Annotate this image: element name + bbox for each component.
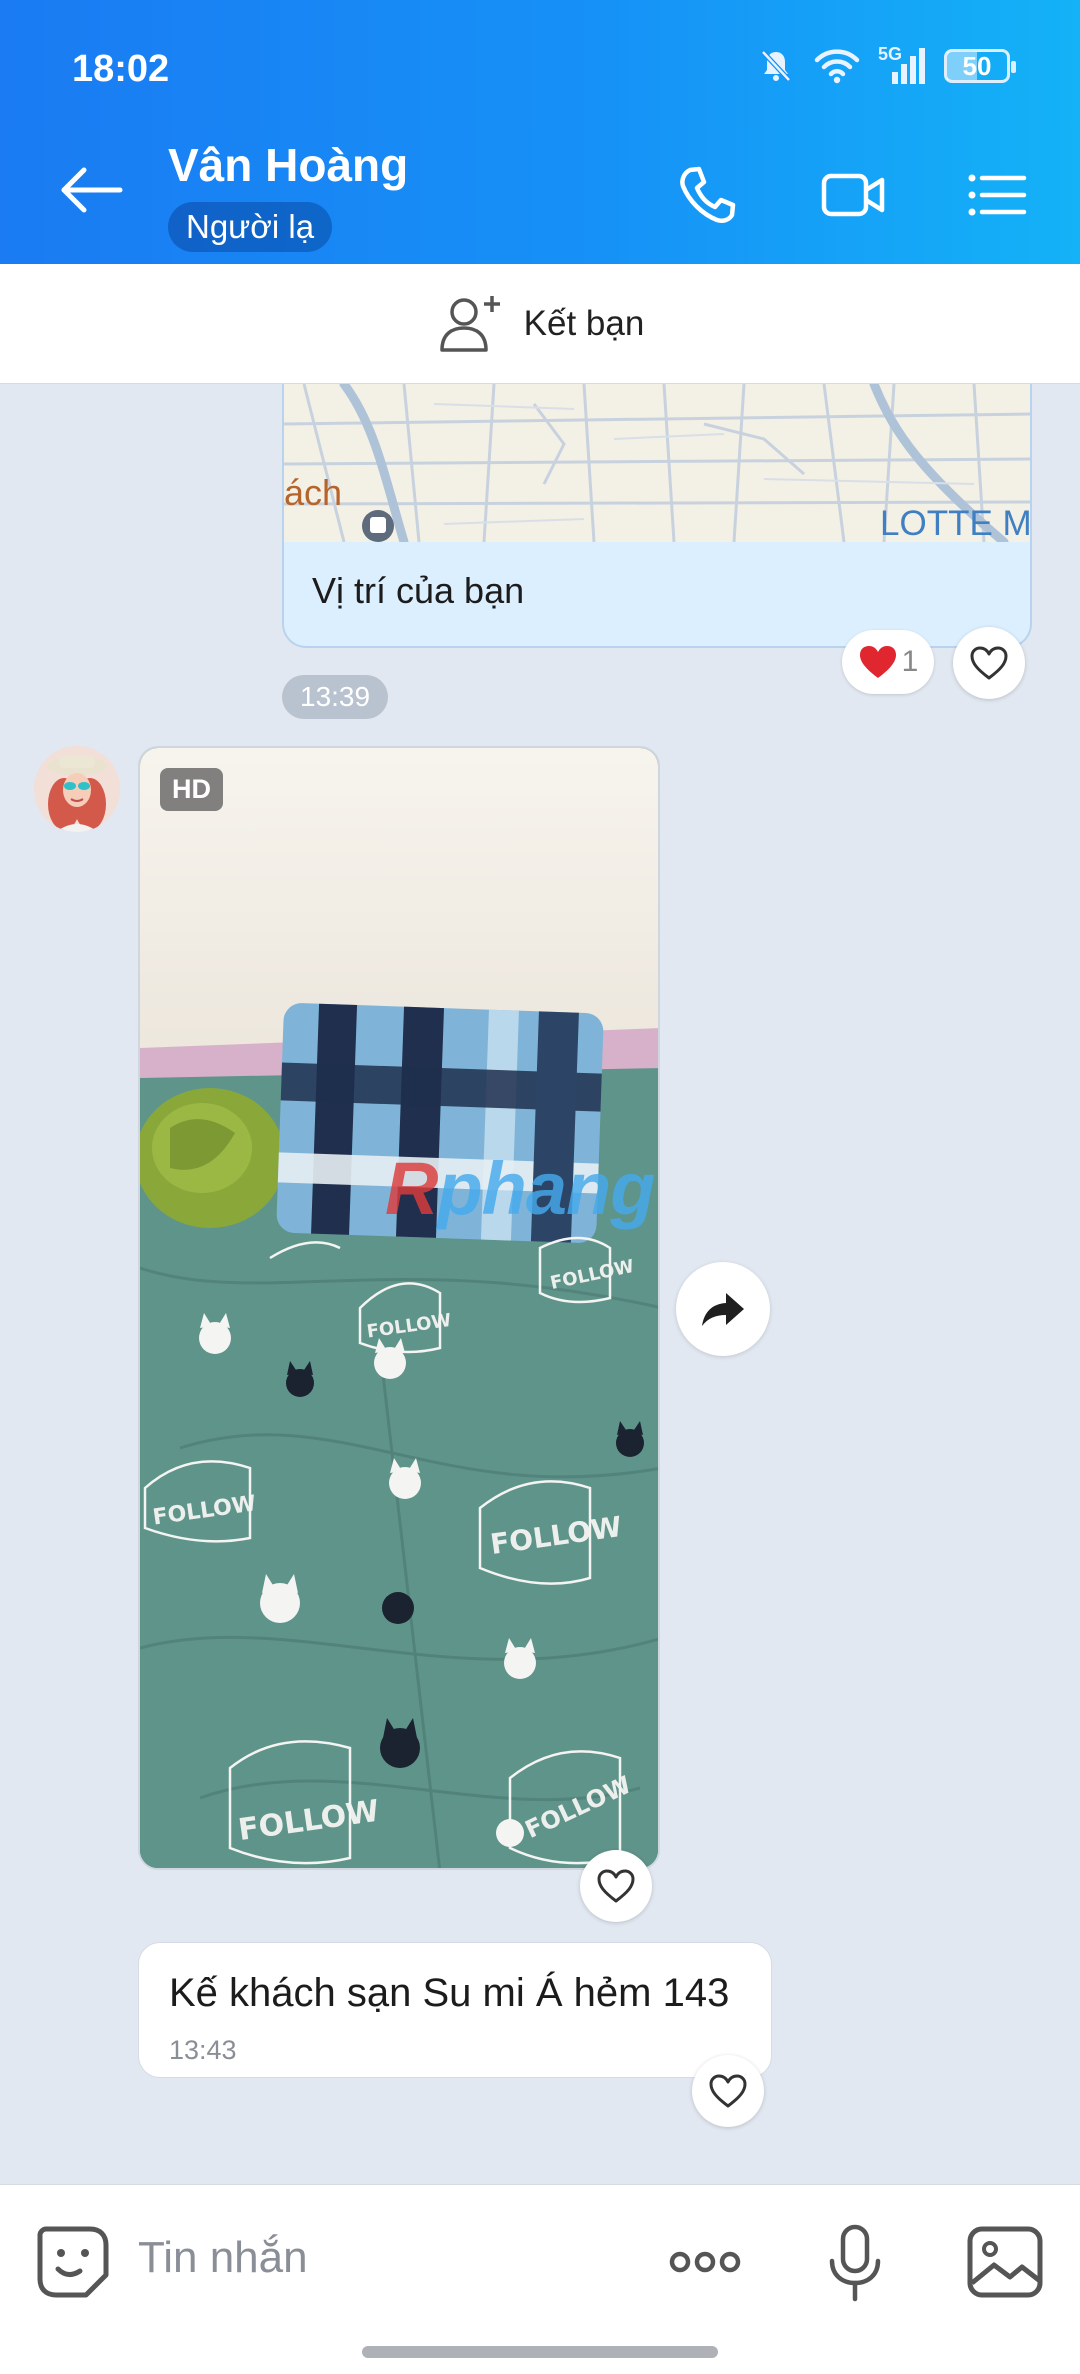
reaction-summary[interactable]: 1 — [842, 630, 934, 694]
status-time: 18:02 — [72, 48, 170, 90]
video-call-icon[interactable] — [818, 160, 888, 230]
more-icon[interactable] — [660, 2217, 750, 2307]
menu-list-icon[interactable] — [962, 160, 1032, 230]
react-heart-button[interactable] — [953, 627, 1025, 699]
share-icon — [702, 1293, 744, 1326]
timestamp-chip: 13:39 — [282, 675, 389, 719]
add-friend-bar[interactable]: Kết bạn — [0, 264, 1080, 384]
heart-icon — [597, 1869, 635, 1903]
location-map-thumbnail: ách LOTTE M — [284, 384, 1032, 542]
watermark: Rphang — [385, 1146, 655, 1231]
message-composer: Tin nhắn — [0, 2184, 1080, 2374]
share-button[interactable] — [676, 1262, 770, 1356]
sticker-icon[interactable] — [28, 2217, 118, 2307]
battery-level: 50 — [962, 50, 992, 81]
watermark-right: phang — [437, 1147, 655, 1230]
message-input[interactable]: Tin nhắn — [138, 2233, 308, 2283]
back-arrow-icon[interactable] — [56, 160, 126, 220]
text-react-heart-button[interactable] — [692, 2055, 764, 2127]
add-friend-label: Kết bạn — [523, 303, 645, 343]
location-message-card[interactable]: ách LOTTE M Vị trí của bạn — [282, 384, 1032, 648]
cellular-signal: 5G — [878, 44, 926, 86]
heart-icon — [709, 2074, 747, 2108]
avatar-image — [34, 746, 120, 832]
map-label-right: LOTTE M — [880, 504, 1032, 542]
contact-name[interactable]: Vân Hoàng — [168, 138, 408, 192]
microphone-icon[interactable] — [810, 2217, 900, 2307]
photo-react-heart-button[interactable] — [580, 1850, 652, 1922]
reaction-count: 1 — [901, 645, 919, 678]
heart-icon — [970, 646, 1008, 680]
location-caption: Vị trí của bạn — [312, 570, 525, 611]
phone-icon[interactable] — [672, 160, 742, 230]
battery-indicator: 50 — [944, 49, 1016, 83]
signal-bars-icon — [892, 48, 925, 84]
hd-badge: HD — [160, 768, 223, 811]
stranger-badge: Người lạ — [168, 202, 333, 252]
chat-header: 18:02 5G 50 Vân Hoàng Người lạ — [0, 0, 1080, 264]
map-label-left: ách — [284, 472, 343, 513]
silent-bell-icon — [761, 50, 791, 82]
message-time: 13:43 — [169, 2035, 237, 2065]
message-text: Kế khách sạn Su mi Á hẻm 143 — [169, 1971, 730, 2015]
wifi-icon — [814, 49, 860, 84]
photo-message[interactable]: FOLLOW FOLLOW FOLLOW FOLLOW FOLLOW FOLLO… — [138, 746, 660, 1870]
add-friend-icon — [439, 295, 500, 352]
status-icons: 5G 50 — [756, 44, 1016, 86]
text-message-bubble[interactable]: Kế khách sạn Su mi Á hẻm 143 13:43 — [138, 1942, 772, 2078]
red-heart-icon — [859, 646, 896, 678]
watermark-left: R — [385, 1147, 438, 1230]
bed-photo: FOLLOW FOLLOW FOLLOW FOLLOW FOLLOW FOLLO… — [140, 748, 658, 1868]
avatar[interactable] — [34, 746, 120, 832]
image-icon[interactable] — [960, 2217, 1050, 2307]
home-indicator[interactable] — [362, 2346, 718, 2358]
